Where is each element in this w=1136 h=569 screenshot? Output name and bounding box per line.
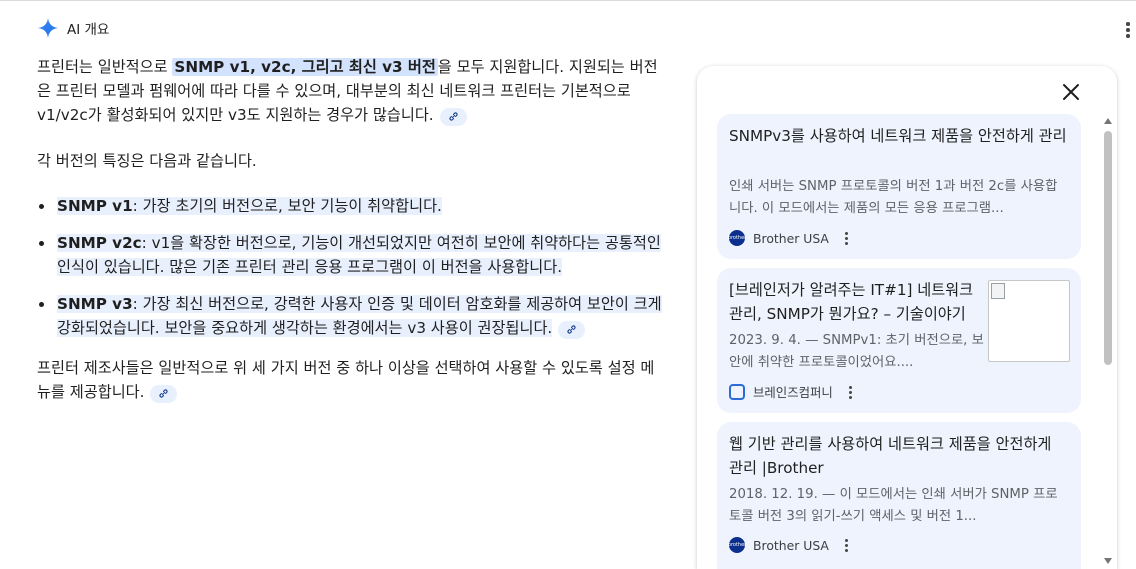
panel-scrollbar[interactable]	[1101, 116, 1113, 564]
link-icon	[449, 112, 458, 121]
highlighted-phrase: SNMP v1, v2c, 그리고 최신 v3 버전	[172, 58, 438, 76]
answer-text: 프린터는 일반적으로	[37, 58, 173, 76]
ai-answer: 프린터는 일반적으로 SNMP v1, v2c, 그리고 최신 v3 버전 을 모…	[37, 55, 665, 404]
version-list: SNMP v1: 가장 초기의 버전으로, 보안 기능이 취약합니다. SNMP…	[37, 194, 665, 340]
source-snippet: 2018. 12. 19. — 이 모드에서는 인쇄 서버가 SNMP 프로토콜…	[729, 487, 1058, 524]
source-attribution: brother Brother USA	[728, 228, 848, 248]
bullet-label: SNMP v2c	[57, 234, 142, 252]
brother-logo-icon: brother	[728, 230, 746, 246]
list-item: SNMP v3: 가장 최신 버전으로, 강력한 사용자 인증 및 데이터 암호…	[37, 292, 665, 340]
source-attribution: brother Brother USA	[728, 535, 848, 555]
source-name: Brother USA	[753, 230, 829, 246]
source-attribution: 브레인즈컴퍼니	[729, 382, 852, 402]
answer-paragraph-2: 각 버전의 특징은 다음과 같습니다.	[37, 152, 257, 170]
scrollbar-thumb[interactable]	[1104, 131, 1112, 365]
source-title[interactable]: 웹 기반 관리를 사용하여 네트워크 제품을 안전하게 관리 |Brother	[729, 432, 1069, 480]
source-card[interactable]: SNMPv3를 사용하여 네트워크 제품을 안전하게 관리 인쇄 서버는 SNM…	[717, 114, 1081, 259]
link-icon	[567, 325, 576, 334]
more-options-icon[interactable]	[1120, 18, 1136, 42]
bullet-text: : 가장 초기의 버전으로, 보안 기능이 취약합니다.	[132, 197, 442, 215]
answer-paragraph-1: 프린터는 일반적으로 SNMP v1, v2c, 그리고 최신 v3 버전 을 모…	[37, 55, 665, 127]
source-title[interactable]: SNMPv3를 사용하여 네트워크 제품을 안전하게 관리	[729, 124, 1069, 148]
bullet-label: SNMP v1	[57, 197, 133, 215]
scroll-down-arrow-icon[interactable]	[1104, 558, 1112, 564]
source-thumbnail[interactable]	[988, 280, 1070, 362]
answer-text: 프린터 제조사들은 일반적으로 위 세 가지 버전 중 하나 이상을 선택하여 …	[37, 359, 655, 401]
sources-panel: SNMPv3를 사용하여 네트워크 제품을 안전하게 관리 인쇄 서버는 SNM…	[697, 66, 1117, 569]
source-link-chip[interactable]	[150, 384, 178, 403]
scroll-up-arrow-icon[interactable]	[1104, 118, 1112, 124]
source-card[interactable]: [브레인저가 알려주는 IT#1] 네트워크 관리, SNMP가 뭔가요? – …	[717, 268, 1081, 413]
source-link-chip[interactable]	[439, 107, 467, 126]
source-snippet: 인쇄 서버는 SNMP 프로토콜의 버전 1과 버전 2c를 사용합니다. 이 …	[729, 179, 1058, 216]
list-item: SNMP v2c: v1을 확장한 버전으로, 기능이 개선되었지만 여전히 보…	[37, 231, 665, 279]
more-options-icon[interactable]	[844, 538, 848, 552]
brother-logo-icon: brother	[728, 537, 746, 553]
answer-paragraph-3: 프린터 제조사들은 일반적으로 위 세 가지 버전 중 하나 이상을 선택하여 …	[37, 356, 665, 404]
close-icon[interactable]	[1057, 78, 1085, 106]
source-snippet: 2023. 9. 4. — SNMPv1: 초기 버전으로, 보안에 취약한 프…	[729, 333, 984, 370]
brainz-logo-icon	[729, 384, 745, 400]
source-name: 브레인즈컴퍼니	[753, 385, 833, 400]
top-divider	[0, 0, 1136, 1]
ai-overview-header: AI 개요	[37, 16, 109, 40]
broken-image-icon	[991, 283, 1005, 299]
bullet-label: SNMP v3	[57, 295, 133, 313]
bullet-text: : v1을 확장한 버전으로, 기능이 개선되었지만 여전히 보안에 취약하다는…	[57, 234, 661, 276]
more-options-icon[interactable]	[844, 231, 848, 245]
source-title[interactable]: [브레인저가 알려주는 IT#1] 네트워크 관리, SNMP가 뭔가요? – …	[729, 278, 991, 326]
link-icon	[159, 389, 169, 398]
source-card[interactable]: 웹 기반 관리를 사용하여 네트워크 제품을 안전하게 관리 |Brother …	[717, 422, 1081, 569]
list-item: SNMP v1: 가장 초기의 버전으로, 보안 기능이 취약합니다.	[37, 194, 665, 218]
source-link-chip[interactable]	[558, 320, 586, 339]
sparkle-icon	[37, 17, 59, 39]
ai-overview-title: AI 개요	[67, 22, 110, 38]
source-name: Brother USA	[753, 537, 829, 553]
more-options-icon[interactable]	[848, 385, 852, 399]
